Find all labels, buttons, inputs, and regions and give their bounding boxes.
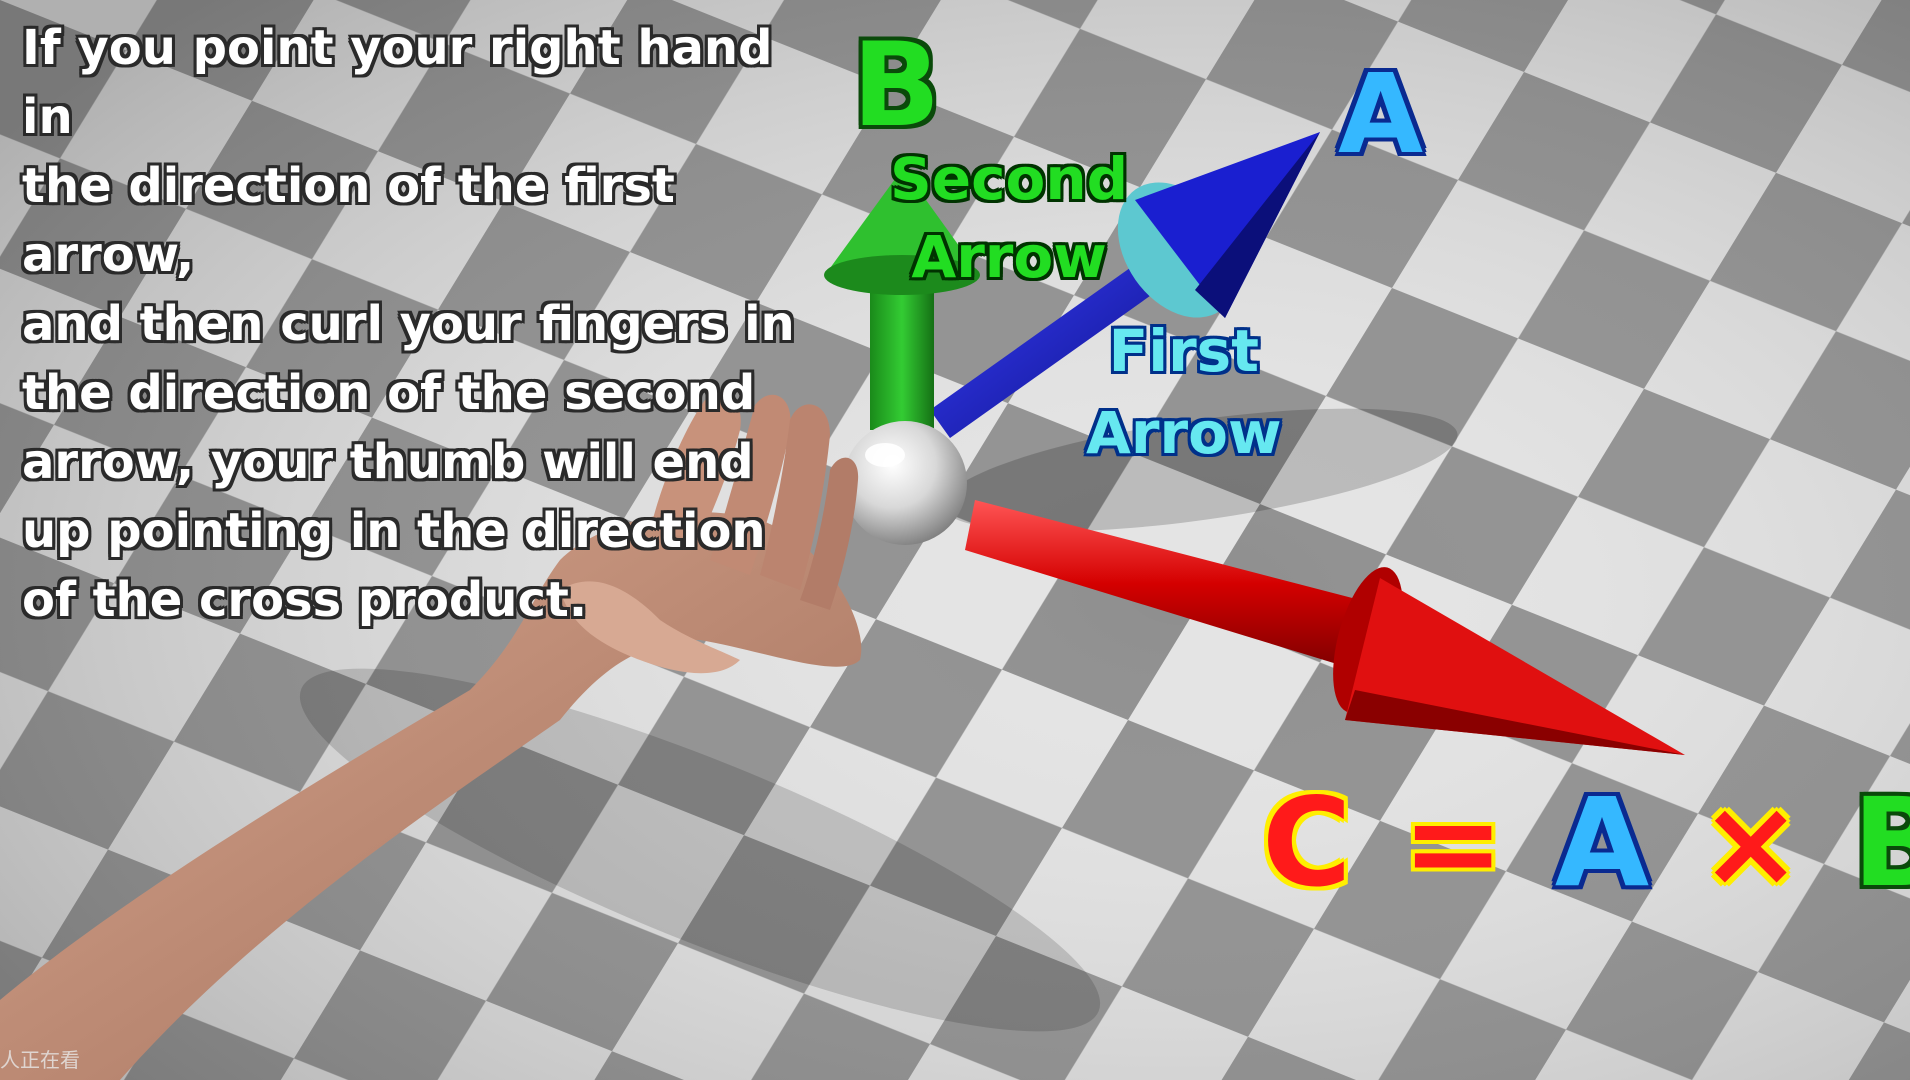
origin-sphere: [843, 421, 967, 545]
label-first-line2: Arrow: [1086, 399, 1282, 467]
viewer-count-watermark: 人正在看: [0, 1048, 80, 1072]
caption-line: the direction of the first arrow,: [22, 158, 675, 283]
caption-line: and then curl your fingers in: [22, 296, 795, 352]
caption-line: arrow, your thumb will end: [22, 434, 754, 490]
label-a: A: [1338, 50, 1424, 178]
caption-line: up pointing in the direction: [22, 503, 766, 559]
video-frame: If you point your right hand in the dire…: [0, 0, 1910, 1080]
caption-line: of the cross product.: [22, 572, 588, 628]
label-first-line1: First: [1108, 317, 1259, 385]
caption-line: the direction of the second: [22, 365, 756, 421]
equation-a: A: [1554, 772, 1654, 914]
label-second-arrow: Second Arrow: [890, 140, 1128, 296]
caption-line: If you point your right hand in: [22, 20, 773, 145]
equation-equals: =: [1402, 772, 1509, 914]
equation-b: B: [1852, 772, 1910, 914]
instruction-caption: If you point your right hand in the dire…: [22, 14, 822, 635]
label-b: B: [852, 18, 941, 153]
cross-product-equation: C = A × B: [1262, 772, 1910, 914]
equation-c: C: [1262, 772, 1356, 914]
label-second-line1: Second: [890, 145, 1129, 213]
label-first-arrow: First Arrow: [1086, 310, 1282, 474]
equation-times: ×: [1699, 772, 1806, 914]
label-second-line2: Arrow: [911, 223, 1107, 291]
